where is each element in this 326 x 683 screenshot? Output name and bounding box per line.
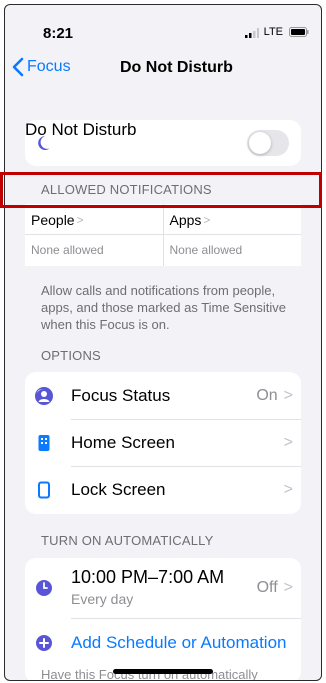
clock-icon (36, 580, 52, 596)
page-title: Do Not Disturb (120, 59, 233, 76)
option-home-screen[interactable]: Home Screen > (25, 419, 301, 466)
people-value: None allowed (31, 243, 104, 257)
schedule-row[interactable]: 10:00 PM–7:00 AM Every day Off > (25, 558, 301, 618)
allowed-description: Allow calls and notifications from peopl… (41, 283, 286, 332)
schedule-time: 10:00 PM–7:00 AM (71, 567, 225, 587)
dnd-toggle-row: Do Not Disturb (25, 120, 301, 166)
chevron-right-icon: > (76, 213, 84, 227)
chevron-right-icon: > (203, 213, 211, 227)
moon-icon (38, 136, 50, 150)
option-focus-status[interactable]: Focus Status On > (25, 372, 301, 419)
option-label: Focus Status (71, 385, 171, 405)
option-lock-screen[interactable]: Lock Screen > (25, 466, 301, 513)
home-screen-icon (38, 434, 50, 451)
chevron-right-icon: > (283, 480, 293, 498)
option-label: Lock Screen (71, 479, 166, 499)
apps-label: Apps (169, 212, 202, 228)
status-time: 8:21 (43, 25, 74, 42)
section-header-auto: TURN ON AUTOMATICALLY (41, 533, 214, 548)
chevron-left-icon (12, 57, 24, 77)
option-value: > (278, 481, 293, 499)
add-schedule-label: Add Schedule or Automation (71, 633, 287, 652)
network-label: LTE (263, 26, 283, 38)
dnd-toggle[interactable] (247, 130, 289, 156)
people-label: People (31, 212, 75, 228)
back-label: Focus (27, 58, 71, 75)
schedule-status: Off (256, 579, 278, 596)
people-cell[interactable]: People > None allowed (25, 204, 163, 266)
chevron-right-icon: > (283, 579, 293, 596)
highlight-box (0, 172, 322, 208)
schedule-days: Every day (71, 591, 134, 607)
status-bar: 8:21 LTE (5, 5, 321, 49)
home-indicator[interactable] (113, 669, 213, 674)
allowed-notifications-card: People > None allowed Apps > None allowed (25, 204, 301, 266)
apps-cell[interactable]: Apps > None allowed (162, 204, 302, 266)
chevron-right-icon: > (283, 433, 293, 451)
lock-screen-icon (38, 481, 50, 498)
option-label: Home Screen (71, 432, 175, 452)
toggle-knob (249, 132, 271, 154)
automation-card: 10:00 PM–7:00 AM Every day Off > Add Sche… (25, 558, 301, 680)
option-value: > (278, 434, 293, 452)
add-circle-icon (36, 635, 52, 651)
schedule-value: Off > (257, 579, 293, 597)
focus-status-value: On (256, 386, 278, 404)
focus-status-icon (35, 386, 53, 405)
add-schedule-row[interactable]: Add Schedule or Automation (25, 618, 301, 668)
signal-icon (245, 28, 259, 38)
battery-icon (289, 27, 309, 37)
phone-screen: 8:21 LTE Focus Do Not Disturb Do Not Dis… (4, 4, 322, 681)
back-button[interactable]: Focus (11, 57, 71, 77)
option-value: On > (256, 387, 293, 405)
options-card: Focus Status On > Home Screen > Lock Scre… (25, 372, 301, 514)
chevron-right-icon: > (283, 386, 293, 404)
section-header-options: OPTIONS (41, 348, 101, 363)
nav-bar: Focus Do Not Disturb (5, 55, 321, 85)
apps-value: None allowed (169, 243, 243, 257)
